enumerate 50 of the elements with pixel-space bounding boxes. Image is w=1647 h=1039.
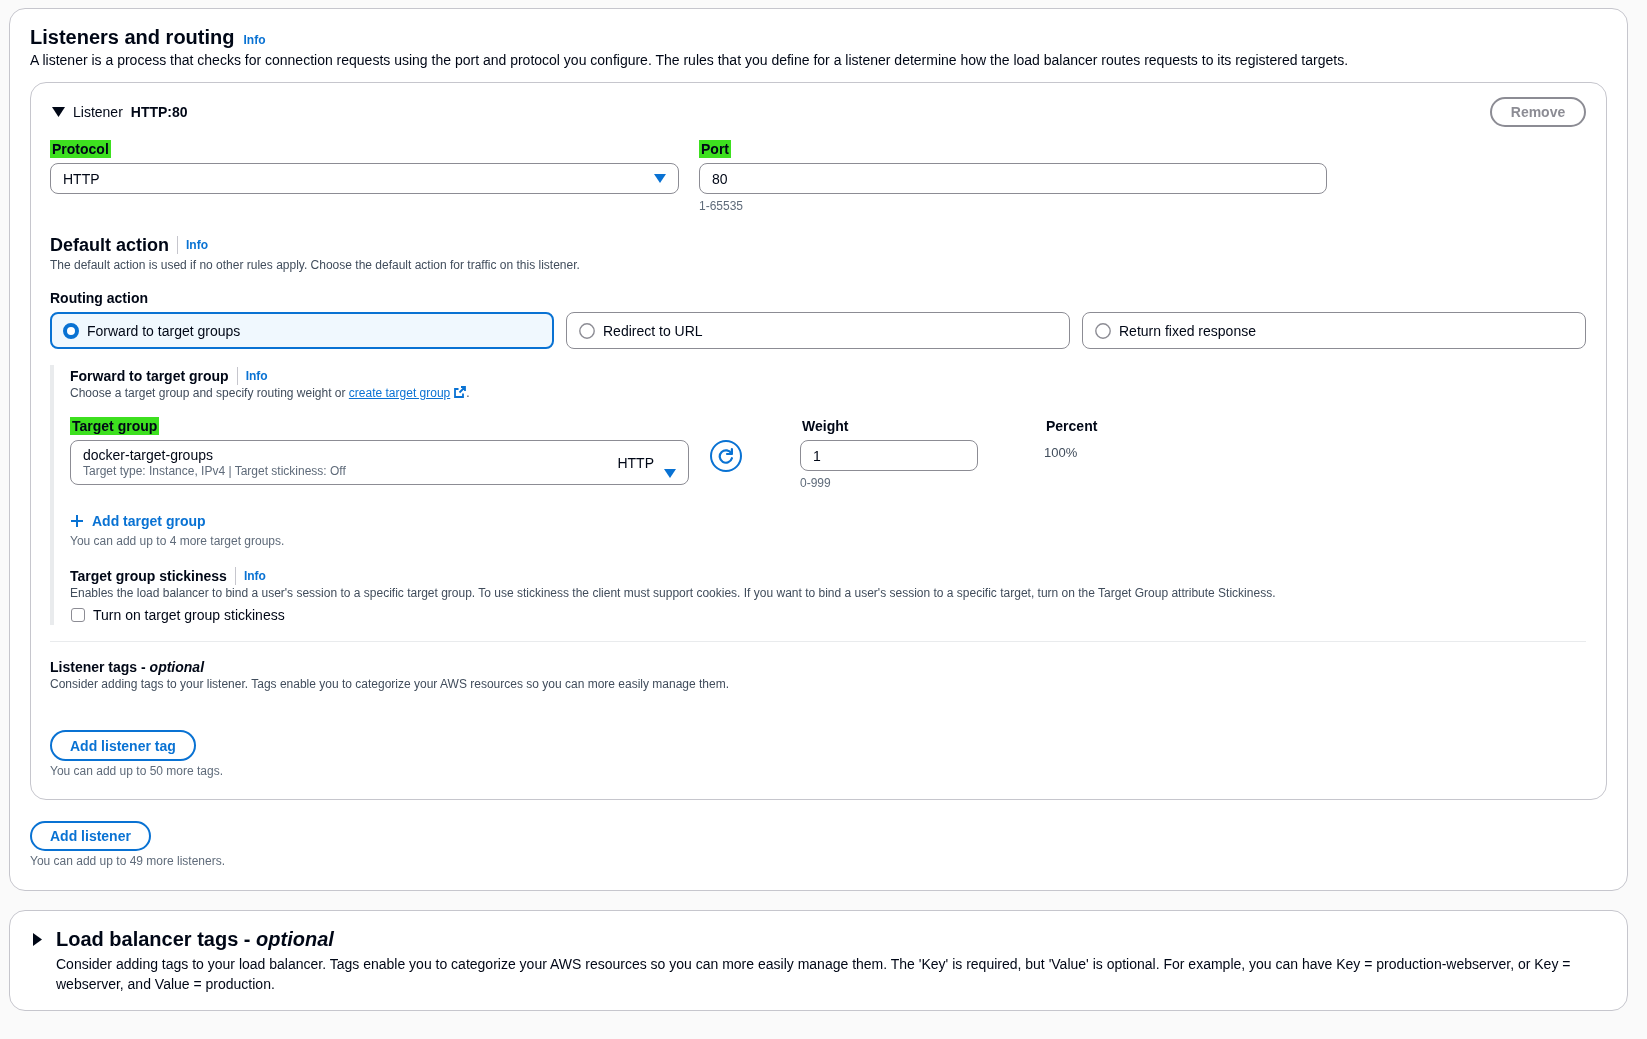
triangle-right-icon[interactable] — [33, 932, 42, 946]
listener-tags-description: Consider adding tags to your listener. Tags enable you to categorize your AWS resources so you can more easily manage them. — [50, 676, 731, 692]
checkbox-label[interactable]: Turn on target group stickiness — [93, 606, 285, 624]
listener-toggle[interactable]: Listener HTTP:80 — [50, 103, 188, 121]
weight-input[interactable]: 1 — [800, 440, 978, 471]
caret-down-icon — [654, 174, 666, 183]
add-listener-tag-button[interactable]: Add listener tag — [50, 730, 196, 761]
weight-hint: 0-999 — [800, 475, 831, 491]
default-action-description: The default action is used if no other rules apply. Choose the default action for traffic on this listener. — [50, 257, 581, 273]
protocol-label: Protocol — [50, 140, 111, 158]
external-link-icon — [454, 386, 467, 398]
create-target-group-link[interactable]: create target group — [348, 386, 467, 400]
target-group-limit-hint: You can add up to 4 more target groups. — [70, 533, 286, 549]
refresh-icon — [718, 448, 734, 464]
info-link[interactable]: Info — [245, 368, 268, 384]
refresh-button[interactable] — [710, 440, 742, 472]
section-description: A listener is a process that checks for connection requests using the port and protocol you configure. The rules that you define for a listener determine how the load balancer routes requests to its registered targets. — [30, 51, 1350, 70]
routing-option[interactable]: Return fixed response — [1082, 312, 1586, 349]
add-listener-button[interactable]: Add listener — [30, 821, 151, 851]
protocol-select[interactable]: HTTP — [50, 163, 679, 194]
info-link[interactable]: Info — [243, 568, 266, 584]
target-group-label: Target group — [70, 417, 160, 435]
port-input[interactable]: 80 — [699, 163, 1327, 194]
percent-value: 100% — [1044, 445, 1078, 461]
triangle-down-icon[interactable] — [52, 107, 65, 117]
checkbox[interactable] — [71, 608, 85, 622]
port-hint: 1-65535 — [699, 198, 744, 214]
routing-option[interactable]: Forward to target groups — [50, 312, 554, 349]
routing-option[interactable]: Redirect to URL — [566, 312, 1070, 349]
add-target-group-link[interactable]: Add target group — [70, 511, 206, 531]
section-title: Listeners and routing — [30, 25, 235, 50]
stickiness-title: Target group stickiness — [70, 567, 227, 585]
load-balancer-tags-description: Consider adding tags to your load balancer. Tags enable you to categorize your AWS resources so you can more easily manage them. The 'Key' is required, but 'Value' is optional. For example, you can have Key = production-webserver, or Key = webserver, and Value = production. — [56, 955, 1572, 994]
load-balancer-tags-toggle[interactable]: Load balancer tags - optional — [33, 926, 1583, 952]
port-label: Port — [699, 140, 731, 158]
routing-action-label: Routing action — [50, 289, 149, 307]
stickiness-description: Enables the load balancer to bind a user's session to a specific target group. To use stickiness the client must support cookies. If you want to bind a user's session to a specific target, turn on the Target Group attribute Stickiness. — [70, 585, 1277, 601]
plus-icon — [71, 515, 83, 527]
percent-label: Percent — [1045, 417, 1099, 435]
caret-down-icon — [664, 468, 676, 478]
listener-tags-hint: You can add up to 50 more tags. — [50, 763, 224, 779]
listener-limit-hint: You can add up to 49 more listeners. — [30, 853, 227, 869]
info-link[interactable]: Info — [243, 32, 266, 48]
forward-description: Choose a target group and specify routing weight or create target group . — [70, 385, 471, 401]
weight-label: Weight — [801, 417, 850, 435]
listener-tags-title: Listener tags - optional — [50, 658, 206, 676]
default-action-title: Default action — [50, 234, 169, 257]
target-group-select[interactable]: docker-target-groups Target type: Instance, IPv4 | Target stickiness: Off HTTP — [70, 440, 689, 485]
forward-title: Forward to target group — [70, 367, 229, 385]
info-link[interactable]: Info — [186, 237, 208, 253]
